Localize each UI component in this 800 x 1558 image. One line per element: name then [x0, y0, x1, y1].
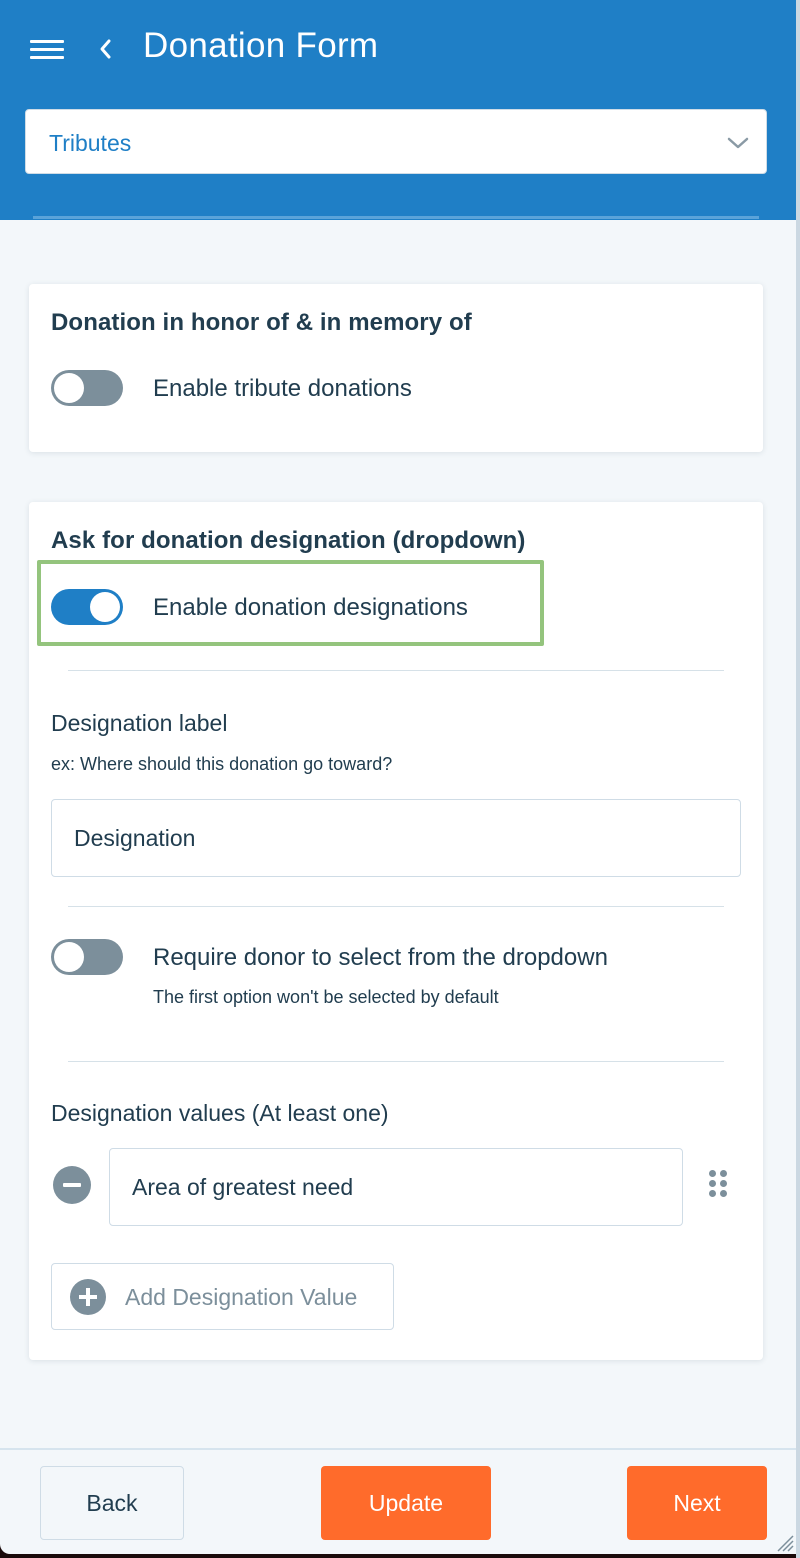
section-select-value: Tributes — [49, 130, 132, 156]
drag-handle-icon[interactable] — [709, 1170, 729, 1200]
designation-card: Ask for donation designation (dropdown) … — [29, 502, 763, 1360]
update-button[interactable]: Update — [321, 1466, 491, 1540]
remove-value-button[interactable] — [53, 1166, 91, 1204]
enable-designations-toggle[interactable] — [51, 589, 123, 625]
header-divider — [33, 216, 759, 219]
divider — [68, 670, 724, 671]
require-selection-help: The first option won't be selected by de… — [153, 987, 499, 1007]
tribute-card-title: Donation in honor of & in memory of — [51, 309, 472, 336]
designation-label-input[interactable] — [51, 799, 741, 877]
enable-tribute-label: Enable tribute donations — [153, 375, 412, 402]
resize-grip-icon[interactable] — [774, 1532, 794, 1552]
designation-value-input[interactable] — [109, 1148, 683, 1226]
section-select-dropdown[interactable]: Tributes — [25, 109, 767, 174]
header: Donation Form Tributes — [0, 0, 796, 220]
designation-label-help: ex: Where should this donation go toward… — [51, 754, 393, 774]
page-title: Donation Form — [143, 26, 379, 65]
divider — [68, 1061, 724, 1062]
add-designation-value-label: Add Designation Value — [125, 1284, 358, 1310]
require-selection-toggle[interactable] — [51, 939, 123, 975]
designation-values-heading: Designation values (At least one) — [51, 1100, 389, 1126]
enable-designations-label: Enable donation designations — [153, 594, 468, 621]
chevron-down-icon — [727, 137, 749, 149]
designation-card-title: Ask for donation designation (dropdown) — [51, 527, 526, 554]
require-selection-label: Require donor to select from the dropdow… — [153, 944, 608, 971]
donation-form-app: Donation Form Tributes Donation in honor… — [0, 0, 796, 1554]
divider — [68, 906, 724, 907]
back-button[interactable]: Back — [40, 1466, 184, 1540]
footer-divider — [0, 1448, 796, 1450]
enable-tribute-toggle[interactable] — [51, 370, 123, 406]
next-button[interactable]: Next — [627, 1466, 767, 1540]
plus-circle-icon — [70, 1279, 106, 1315]
designation-label-heading: Designation label — [51, 710, 228, 736]
scrollbar[interactable] — [796, 0, 800, 1558]
back-chevron-icon[interactable] — [96, 36, 116, 62]
tribute-card: Donation in honor of & in memory of Enab… — [29, 284, 763, 452]
add-designation-value-button[interactable]: Add Designation Value — [51, 1263, 394, 1330]
hamburger-menu-icon[interactable] — [30, 38, 64, 62]
